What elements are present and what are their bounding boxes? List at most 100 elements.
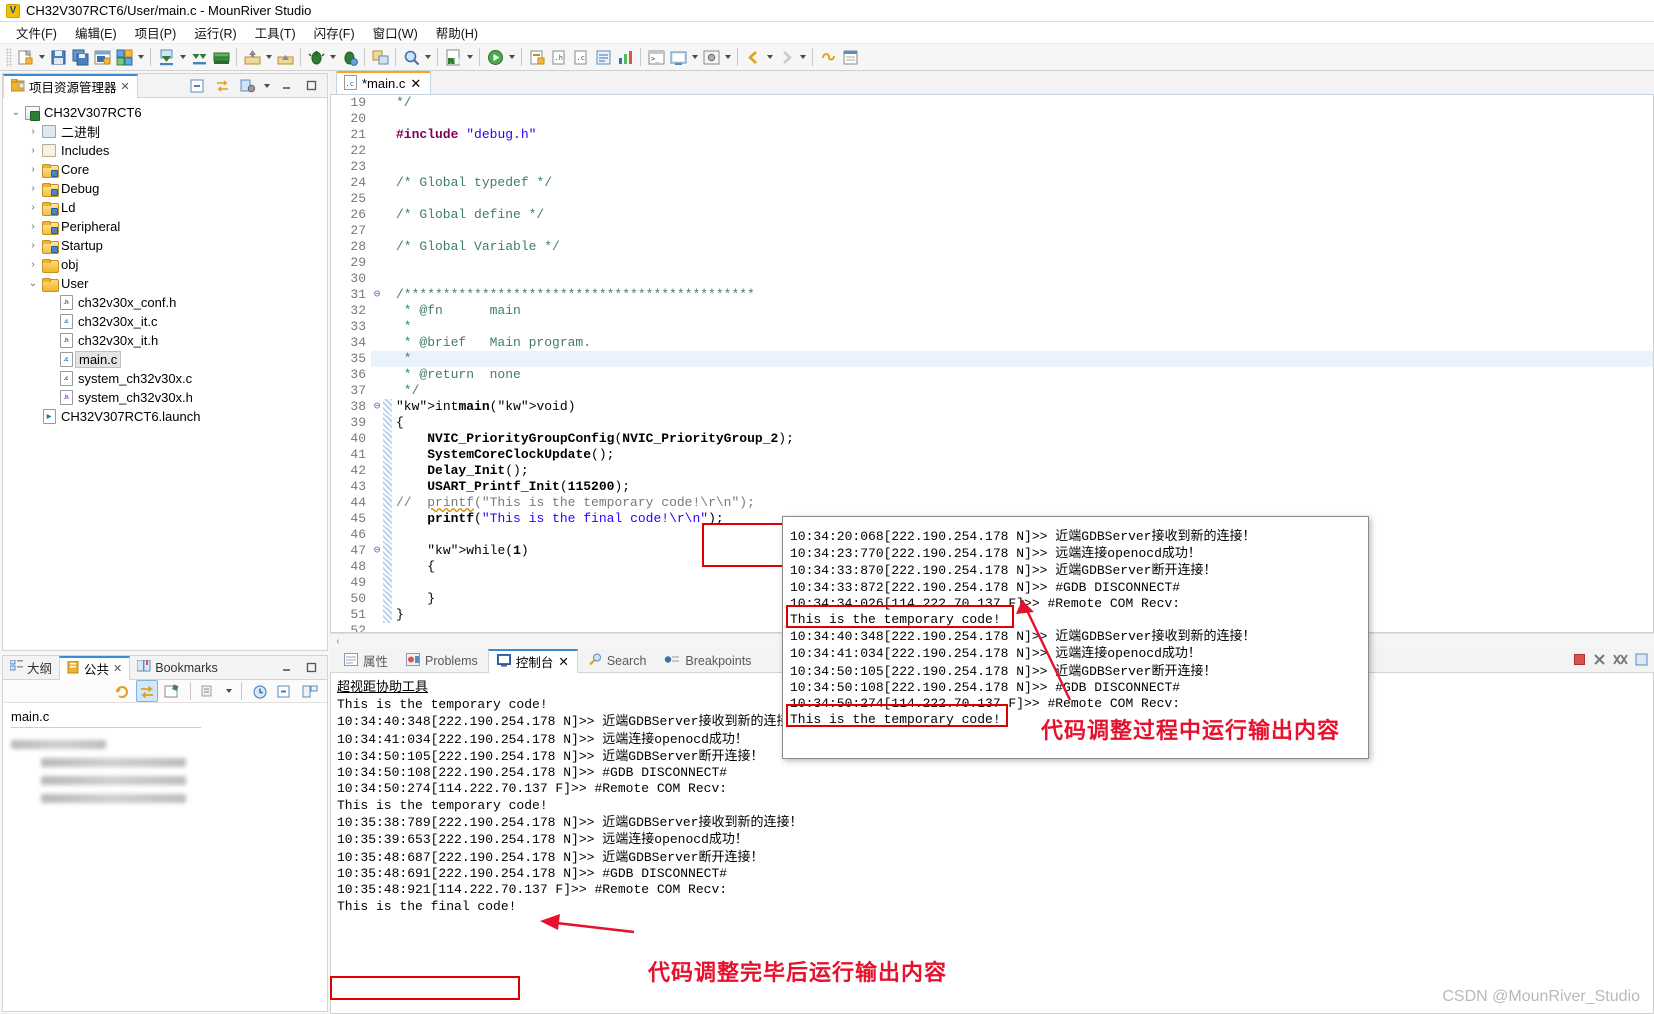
- fold-marker[interactable]: [371, 303, 383, 319]
- debug-dropdown-arrow[interactable]: [327, 46, 338, 68]
- serial-monitor-icon[interactable]: [667, 46, 689, 68]
- tree-twisty[interactable]: ›: [26, 126, 40, 137]
- tree-twisty[interactable]: ›: [26, 183, 40, 194]
- tab-console[interactable]: 控制台 ✕: [487, 648, 578, 673]
- fold-marker[interactable]: [371, 559, 383, 575]
- tab-breakpoints[interactable]: Breakpoints: [656, 649, 759, 673]
- download-icon[interactable]: [155, 46, 177, 68]
- run-icon[interactable]: [484, 46, 506, 68]
- remove-console-icon[interactable]: [1593, 653, 1606, 669]
- tree-item-Core[interactable]: › Core: [9, 160, 327, 179]
- serial-dropdown-arrow[interactable]: [689, 46, 700, 68]
- tree-twisty[interactable]: ›: [26, 259, 40, 270]
- fold-marker[interactable]: [371, 415, 383, 431]
- tree-twisty[interactable]: ›: [26, 221, 40, 232]
- fold-marker[interactable]: [371, 495, 383, 511]
- download-dropdown-arrow[interactable]: [177, 46, 188, 68]
- maximize-icon[interactable]: [300, 75, 322, 97]
- menu-project[interactable]: 项目(P): [127, 21, 185, 44]
- fold-marker[interactable]: [371, 223, 383, 239]
- minimize-icon[interactable]: [275, 75, 297, 97]
- back-dropdown-arrow[interactable]: [764, 46, 775, 68]
- tree-item-ch32v30x_it.h[interactable]: .h ch32v30x_it.h: [9, 331, 327, 350]
- perspective-icon[interactable]: [369, 46, 391, 68]
- fold-marker[interactable]: [371, 607, 383, 623]
- tab-main-c[interactable]: .c *main.c ✕: [336, 71, 432, 94]
- fold-marker[interactable]: ⊖: [371, 399, 383, 415]
- menu-tools[interactable]: 工具(T): [247, 21, 304, 44]
- tab-outline[interactable]: 大纲: [3, 656, 59, 680]
- link-with-editor-icon[interactable]: [211, 75, 233, 97]
- search-icon[interactable]: [400, 46, 422, 68]
- analysis-icon[interactable]: [614, 46, 636, 68]
- fold-marker[interactable]: [371, 591, 383, 607]
- tree-item-system_ch32v30x.h[interactable]: .h system_ch32v30x.h: [9, 388, 327, 407]
- tree-twisty[interactable]: ›: [26, 202, 40, 213]
- tab-properties[interactable]: 属性: [336, 649, 396, 673]
- tree-item-CH32V307RCT6.launch[interactable]: ▶ CH32V307RCT6.launch: [9, 407, 327, 426]
- menu-edit[interactable]: 编辑(E): [67, 21, 125, 44]
- import-dropdown-arrow[interactable]: [263, 46, 274, 68]
- new-source-icon[interactable]: .c: [570, 46, 592, 68]
- chevron-down-icon[interactable]: [261, 75, 272, 97]
- menu-window[interactable]: 窗口(W): [365, 21, 426, 44]
- new-class-icon[interactable]: [526, 46, 548, 68]
- tree-item-system_ch32v30x.c[interactable]: .c system_ch32v30x.c: [9, 369, 327, 388]
- console-menu-icon[interactable]: [1635, 653, 1648, 669]
- menu-file[interactable]: 文件(F): [8, 21, 65, 44]
- tree-item-[interactable]: › 二进制: [9, 122, 327, 141]
- menu-run[interactable]: 运行(R): [186, 21, 244, 44]
- menu-flash[interactable]: 闪存(F): [306, 21, 363, 44]
- tree-twisty[interactable]: ›: [26, 164, 40, 175]
- forward-navigation-icon[interactable]: [775, 46, 797, 68]
- import-icon[interactable]: [241, 46, 263, 68]
- view-layout-icon[interactable]: [299, 680, 321, 702]
- tree-item-Debug[interactable]: › Debug: [9, 179, 327, 198]
- search-dropdown-arrow[interactable]: [422, 46, 433, 68]
- run-dropdown-arrow[interactable]: [506, 46, 517, 68]
- fold-marker[interactable]: [371, 127, 383, 143]
- tree-twisty[interactable]: ›: [26, 145, 40, 156]
- task-icon[interactable]: [839, 46, 861, 68]
- tree-item-CH32V307RCT6[interactable]: ⌄ CH32V307RCT6: [9, 103, 327, 122]
- tree-item-ch32v30x_conf.h[interactable]: .h ch32v30x_conf.h: [9, 293, 327, 312]
- pin-icon[interactable]: [161, 680, 183, 702]
- menu-help[interactable]: 帮助(H): [428, 21, 486, 44]
- fold-marker[interactable]: [371, 383, 383, 399]
- tab-project-explorer[interactable]: 项目资源管理器 ✕: [3, 73, 138, 98]
- fold-marker[interactable]: [371, 191, 383, 207]
- tree-item-obj[interactable]: › obj: [9, 255, 327, 274]
- fold-marker[interactable]: [371, 527, 383, 543]
- fold-marker[interactable]: [371, 511, 383, 527]
- fold-marker[interactable]: [371, 95, 383, 111]
- fold-marker[interactable]: ⊖: [371, 287, 383, 303]
- close-icon[interactable]: ✕: [558, 654, 568, 669]
- collapse-all-icon[interactable]: [186, 75, 208, 97]
- build-configure-icon[interactable]: [91, 46, 113, 68]
- fold-marker[interactable]: [371, 255, 383, 271]
- library-icon[interactable]: [210, 46, 232, 68]
- refactor-icon[interactable]: [592, 46, 614, 68]
- sync-icon[interactable]: [136, 680, 158, 702]
- tab-bookmarks[interactable]: Bookmarks: [130, 656, 225, 680]
- download-all-icon[interactable]: [188, 46, 210, 68]
- open-declaration-dropdown-arrow[interactable]: [464, 46, 475, 68]
- fold-marker[interactable]: [371, 623, 383, 632]
- settings-dropdown-arrow[interactable]: [722, 46, 733, 68]
- fold-marker[interactable]: ⊖: [371, 543, 383, 559]
- tree-twisty[interactable]: ›: [26, 240, 40, 251]
- new-file-icon[interactable]: [14, 46, 36, 68]
- back-navigation-icon[interactable]: [742, 46, 764, 68]
- tree-item-Peripheral[interactable]: › Peripheral: [9, 217, 327, 236]
- close-icon[interactable]: ✕: [410, 76, 421, 92]
- fold-marker[interactable]: [371, 351, 383, 367]
- fold-marker[interactable]: [371, 271, 383, 287]
- fold-marker[interactable]: [371, 463, 383, 479]
- project-tree[interactable]: ⌄ CH32V307RCT6 › 二进制 › Includes › Core › Debug › Ld…: [3, 98, 327, 426]
- fold-marker[interactable]: [371, 159, 383, 175]
- new-header-icon[interactable]: .h: [548, 46, 570, 68]
- debug-icon[interactable]: [305, 46, 327, 68]
- build-project-icon[interactable]: [113, 46, 135, 68]
- terminate-icon[interactable]: [1573, 653, 1586, 669]
- fold-marker[interactable]: [371, 431, 383, 447]
